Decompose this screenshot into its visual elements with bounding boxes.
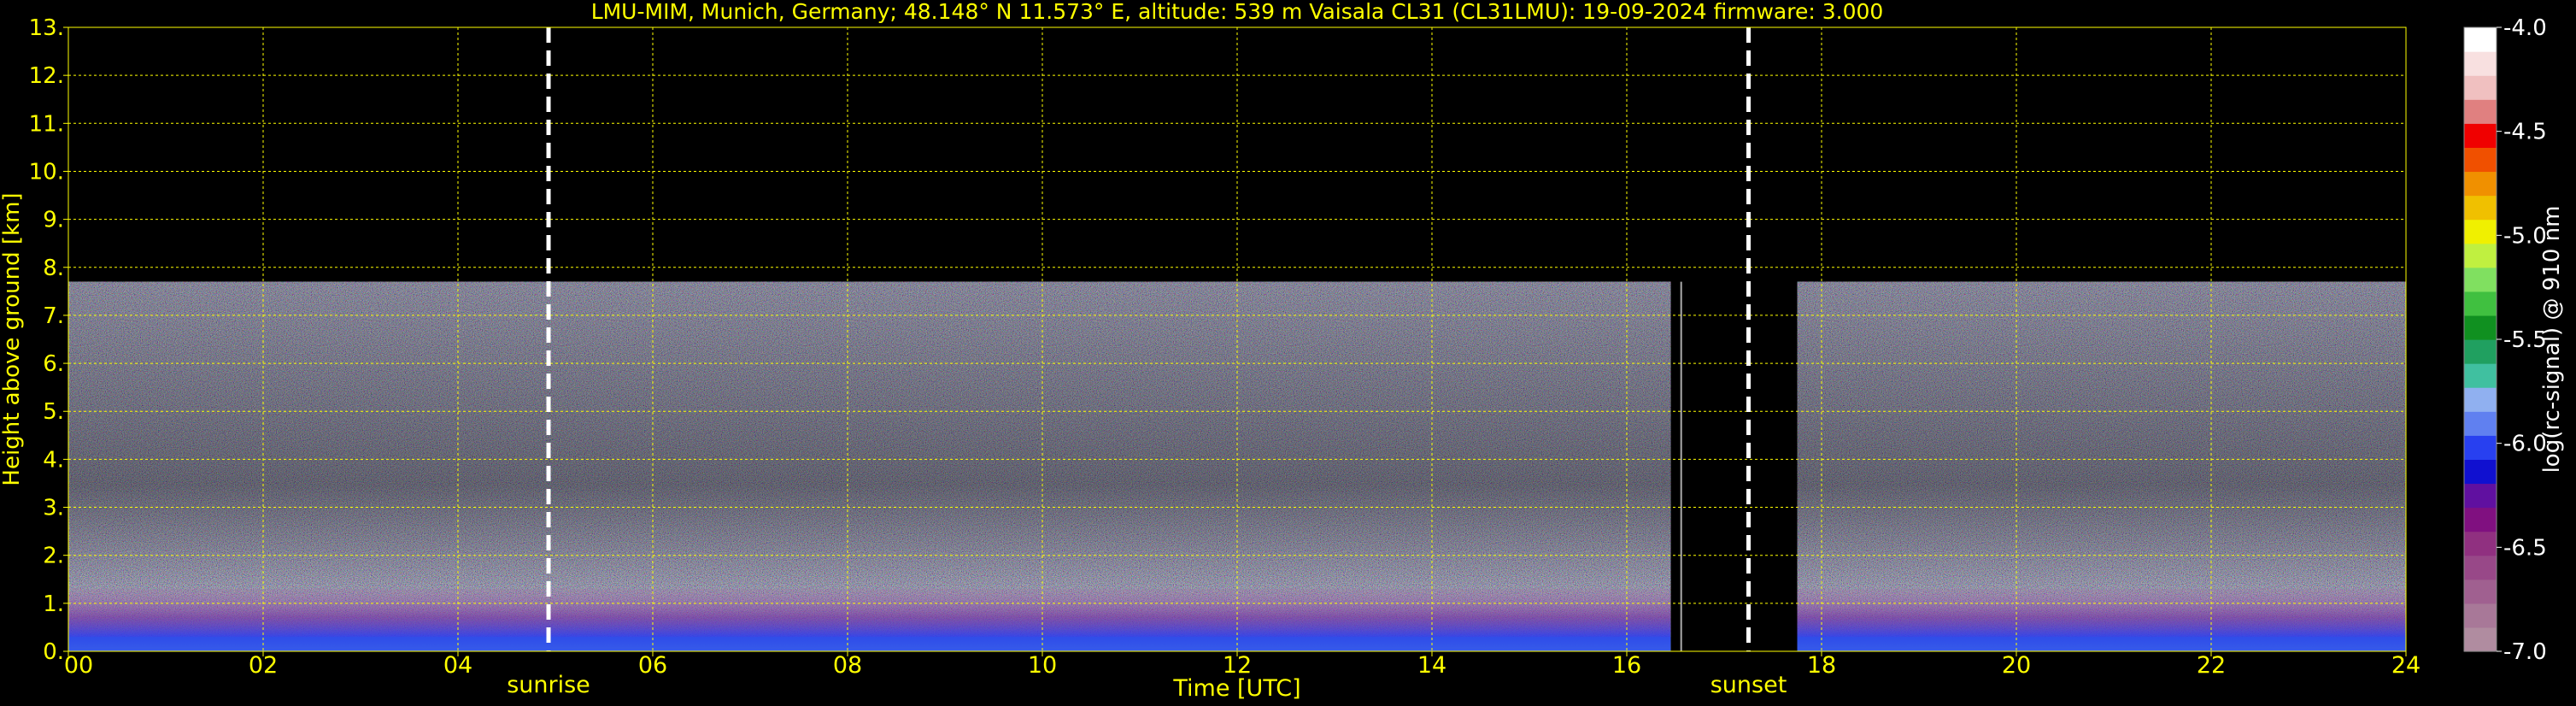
- colorbar-tick-label: -7.0: [2503, 639, 2547, 665]
- colorbar-tick-label: -4.5: [2503, 120, 2547, 145]
- isolated-profile: [1680, 281, 1682, 651]
- y-tick-label: 12.: [29, 63, 64, 89]
- x-tick-label: 10: [1028, 652, 1057, 679]
- x-tick-label: 06: [638, 652, 667, 679]
- x-axis-label: Time [UTC]: [1172, 675, 1300, 702]
- colorbar-gradient: [2464, 27, 2497, 652]
- y-tick-label: 13.: [29, 15, 64, 41]
- colorbar-swatch: [2464, 291, 2497, 316]
- y-tick-label: 0.: [43, 639, 64, 665]
- colorbar-swatch: [2464, 411, 2497, 436]
- y-tick-label: 9.: [43, 208, 64, 233]
- y-tick-label: 1.: [43, 591, 64, 617]
- y-tick-label: 10.: [29, 159, 64, 185]
- colorbar-swatch: [2464, 339, 2497, 364]
- y-tick-label: 4.: [43, 447, 64, 473]
- surface-layer-0: [68, 637, 1671, 651]
- colorbar-swatch: [2464, 219, 2497, 244]
- x-tick-label: 08: [833, 652, 862, 679]
- colorbar-swatch: [2464, 531, 2497, 556]
- ceilometer-figure: LMU-MIM, Munich, Germany; 48.148° N 11.5…: [0, 0, 2576, 706]
- colorbar-swatch: [2464, 555, 2497, 580]
- x-tick-label: 14: [1417, 652, 1446, 679]
- x-tick-label: 24: [2391, 652, 2421, 679]
- colorbar-swatch: [2464, 363, 2497, 388]
- x-tick-label: 16: [1612, 652, 1641, 679]
- y-tick-label: 3.: [43, 496, 64, 521]
- y-tick-label: 2.: [43, 544, 64, 569]
- colorbar-tick-label: -6.5: [2503, 535, 2547, 561]
- y-tick-label: 7.: [43, 303, 64, 329]
- x-tick-label: 02: [249, 652, 278, 679]
- colorbar-swatch: [2464, 75, 2497, 100]
- colorbar-swatch: [2464, 387, 2497, 412]
- colorbar-swatch: [2464, 483, 2497, 509]
- colorbar-tick-label: -4.0: [2503, 15, 2547, 41]
- colorbar-swatch: [2464, 27, 2497, 52]
- sunset-label: sunset: [1710, 672, 1787, 698]
- colorbar-swatch: [2464, 243, 2497, 268]
- y-tick-label: 5.: [43, 399, 64, 425]
- colorbar-label: log(rc-signal) @ 910 nm: [2539, 206, 2565, 474]
- y-tick-label: 8.: [43, 256, 64, 281]
- sunrise-label: sunrise: [507, 672, 590, 698]
- colorbar-swatch: [2464, 267, 2497, 292]
- x-tick-label: 00: [64, 652, 93, 679]
- colorbar-swatch: [2464, 459, 2497, 485]
- colorbar-swatch: [2464, 315, 2497, 340]
- colorbar-swatch: [2464, 99, 2497, 124]
- colorbar-swatch: [2464, 435, 2497, 460]
- y-tick-label: 11.: [29, 111, 64, 137]
- colorbar-swatch: [2464, 195, 2497, 221]
- x-tick-label: 04: [443, 652, 472, 679]
- x-tick-label: 22: [2197, 652, 2226, 679]
- colorbar-swatch: [2464, 51, 2497, 76]
- colorbar-swatch: [2464, 579, 2497, 604]
- plot-area: [67, 26, 2407, 652]
- colorbar-swatch: [2464, 171, 2497, 197]
- y-axis-label: Height above ground [km]: [0, 192, 25, 485]
- chart-title: LMU-MIM, Munich, Germany; 48.148° N 11.5…: [591, 0, 1884, 24]
- colorbar-swatch: [2464, 603, 2497, 628]
- x-tick-label: 18: [1807, 652, 1836, 679]
- colorbar-swatch: [2464, 627, 2497, 652]
- y-tick-label: 6.: [43, 351, 64, 377]
- surface-layer-1: [1797, 637, 2406, 651]
- colorbar-swatch: [2464, 507, 2497, 532]
- x-tick-label: 20: [2002, 652, 2031, 679]
- colorbar-swatch: [2464, 123, 2497, 148]
- colorbar-swatch: [2464, 147, 2497, 173]
